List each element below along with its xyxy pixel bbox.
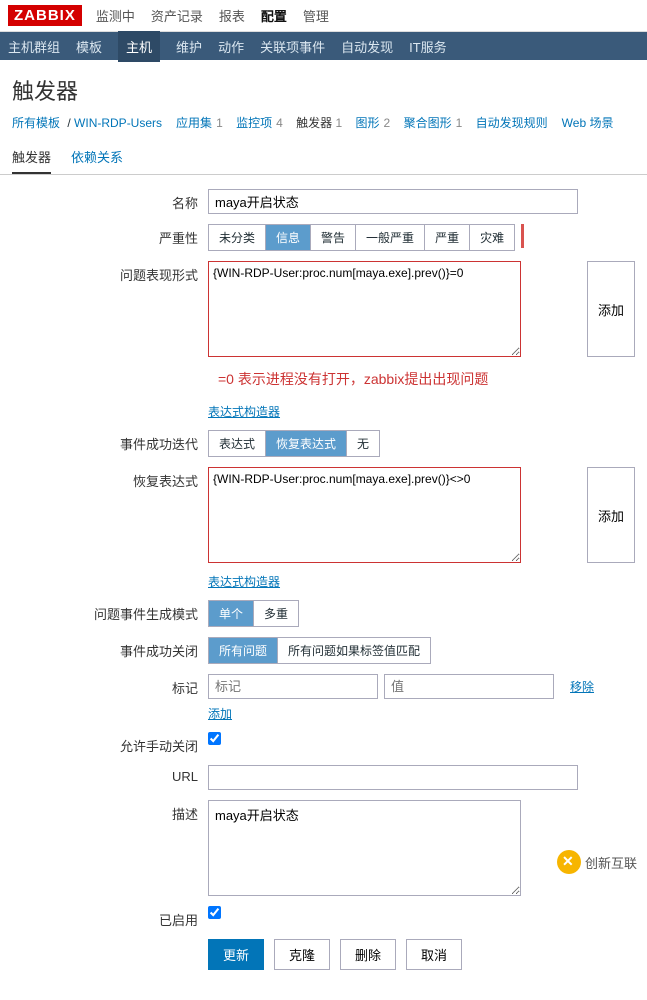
recovery-add-button[interactable]: 添加: [587, 467, 635, 563]
crumb-host[interactable]: WIN-RDP-Users: [74, 116, 162, 130]
enabled-label: 已启用: [12, 906, 208, 929]
close-label: 事件成功关闭: [12, 637, 208, 660]
crumb-screens[interactable]: 聚合图形: [404, 116, 452, 130]
mode-single[interactable]: 单个: [209, 601, 254, 626]
sub-nav: 主机群组 模板 主机 维护 动作 关联项事件 自动发现 IT服务: [0, 32, 647, 60]
crumb-graphs-count: 2: [384, 116, 391, 130]
gen-none[interactable]: 无: [347, 431, 379, 456]
sev-information[interactable]: 信息: [266, 225, 311, 250]
tag-value-input[interactable]: [384, 674, 554, 699]
tab-trigger[interactable]: 触发器: [12, 141, 51, 174]
crumb-screens-count: 1: [456, 116, 463, 130]
severity-color-bar: [521, 224, 524, 248]
gen-expression[interactable]: 表达式: [209, 431, 266, 456]
gen-recovery[interactable]: 恢复表达式: [266, 431, 347, 456]
subnav-hosts[interactable]: 主机: [118, 31, 160, 62]
crumb-web[interactable]: Web 场景: [562, 116, 614, 130]
crumb-triggers-count: 1: [336, 116, 343, 130]
sev-disaster[interactable]: 灾难: [470, 225, 514, 250]
name-label: 名称: [12, 189, 208, 212]
subnav-hostgroups[interactable]: 主机群组: [8, 37, 60, 56]
subnav-itservices[interactable]: IT服务: [409, 37, 447, 56]
nav-inventory[interactable]: 资产记录: [151, 6, 203, 25]
close-all[interactable]: 所有问题: [209, 638, 278, 663]
url-label: URL: [12, 765, 208, 784]
mode-label: 问题事件生成模式: [12, 600, 208, 623]
allow-manual-close-label: 允许手动关闭: [12, 732, 208, 755]
description-textarea[interactable]: [208, 800, 521, 896]
sev-notclassified[interactable]: 未分类: [209, 225, 266, 250]
expression-textarea[interactable]: [208, 261, 521, 357]
sev-warning[interactable]: 警告: [311, 225, 356, 250]
nav-configuration[interactable]: 配置: [261, 6, 287, 25]
expression-note: =0 表示进程没有打开，zabbix提出出现问题: [208, 361, 635, 399]
close-tagmatch[interactable]: 所有问题如果标签值匹配: [278, 638, 430, 663]
nav-reports[interactable]: 报表: [219, 6, 245, 25]
tabs: 触发器 依赖关系: [0, 141, 647, 175]
crumb-items[interactable]: 监控项: [236, 116, 272, 130]
close-segment: 所有问题 所有问题如果标签值匹配: [208, 637, 431, 664]
subnav-actions[interactable]: 动作: [218, 37, 244, 56]
delete-button[interactable]: 删除: [340, 939, 396, 970]
tag-add-link[interactable]: 添加: [208, 707, 232, 721]
url-input[interactable]: [208, 765, 578, 790]
mode-multiple[interactable]: 多重: [254, 601, 298, 626]
page-title: 触发器: [0, 60, 647, 114]
expression-builder-link[interactable]: 表达式构造器: [208, 405, 280, 419]
crumb-apps-count: 1: [216, 116, 223, 130]
breadcrumb: 所有模板 / WIN-RDP-Users 应用集1 监控项4 触发器 1 图形2…: [0, 114, 647, 141]
tag-name-input[interactable]: [208, 674, 378, 699]
expression-label: 问题表现形式: [12, 261, 208, 284]
crumb-triggers: 触发器: [296, 116, 332, 130]
tag-remove-link[interactable]: 移除: [570, 678, 594, 695]
generation-segment: 表达式 恢复表达式 无: [208, 430, 380, 457]
description-label: 描述: [12, 800, 208, 823]
tag-label: 标记: [12, 674, 208, 697]
allow-manual-close-checkbox[interactable]: [208, 732, 221, 745]
subnav-templates[interactable]: 模板: [76, 37, 102, 56]
trigger-form: 名称 严重性 未分类 信息 警告 一般严重 严重 灾难 问题表现形式 添加 =0…: [0, 175, 647, 1000]
sev-high[interactable]: 严重: [425, 225, 470, 250]
mode-segment: 单个 多重: [208, 600, 299, 627]
update-button[interactable]: 更新: [208, 939, 264, 970]
severity-label: 严重性: [12, 224, 208, 247]
expression-add-button[interactable]: 添加: [587, 261, 635, 357]
name-input[interactable]: [208, 189, 578, 214]
top-nav: 监测中 资产记录 报表 配置 管理: [96, 6, 329, 25]
nav-administration[interactable]: 管理: [303, 6, 329, 25]
enabled-checkbox[interactable]: [208, 906, 221, 919]
footer-brand: 创新互联: [557, 850, 637, 874]
generation-label: 事件成功迭代: [12, 430, 208, 453]
sev-average[interactable]: 一般严重: [356, 225, 425, 250]
recovery-label: 恢复表达式: [12, 467, 208, 490]
crumb-graphs[interactable]: 图形: [356, 116, 380, 130]
crumb-apps[interactable]: 应用集: [176, 116, 212, 130]
crumb-all-templates[interactable]: 所有模板: [12, 116, 60, 130]
tab-dependencies[interactable]: 依赖关系: [71, 141, 123, 174]
clone-button[interactable]: 克隆: [274, 939, 330, 970]
crumb-items-count: 4: [276, 116, 283, 130]
severity-segment: 未分类 信息 警告 一般严重 严重 灾难: [208, 224, 515, 251]
recovery-textarea[interactable]: [208, 467, 521, 563]
brand-icon: [557, 850, 581, 874]
cancel-button[interactable]: 取消: [406, 939, 462, 970]
subnav-discovery[interactable]: 自动发现: [341, 37, 393, 56]
crumb-discovery-rules[interactable]: 自动发现规则: [476, 116, 548, 130]
brand-text: 创新互联: [585, 853, 637, 872]
subnav-maintenance[interactable]: 维护: [176, 37, 202, 56]
subnav-correlation[interactable]: 关联项事件: [260, 37, 325, 56]
logo: ZABBIX: [8, 5, 82, 26]
nav-monitoring[interactable]: 监测中: [96, 6, 135, 25]
recovery-builder-link[interactable]: 表达式构造器: [208, 575, 280, 589]
